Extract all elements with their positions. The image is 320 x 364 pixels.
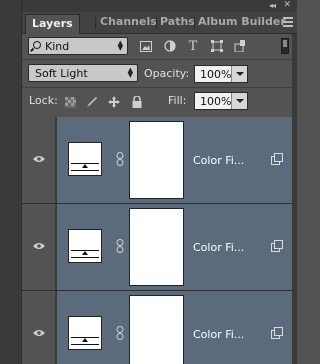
layer-name[interactable]: Color Fi... [193,154,244,167]
pixel-filter-icon[interactable] [140,40,152,52]
adjustment-thumbnail[interactable] [68,316,102,350]
fill-label: Fill: [168,94,187,107]
shape-filter-icon[interactable] [211,40,223,52]
link-chain-icon[interactable] [116,239,124,253]
layer-body[interactable]: Color Fi... [57,291,292,364]
lock-all-icon[interactable] [131,96,143,108]
layer-row[interactable]: Color Fi... [22,204,292,291]
opacity-field[interactable]: 100% [194,65,248,83]
layer-mask-thumbnail[interactable] [129,121,184,199]
visibility-toggle[interactable] [22,204,56,290]
adjustment-thumbnail[interactable] [68,229,102,263]
visibility-toggle[interactable] [22,291,56,364]
eye-icon [33,330,45,336]
visibility-toggle[interactable] [22,117,56,203]
fill-value: 100% [200,95,232,108]
layer-body[interactable]: Color Fi... [57,117,292,203]
opacity-dropdown-icon[interactable] [231,66,247,82]
lock-row: Lock: Fill: 100% [22,89,297,113]
filter-kind-label: Kind [45,40,70,53]
layer-mask-thumbnail[interactable] [129,208,184,286]
panel-title-strip: ◂◂ ✕ [22,0,297,12]
opacity-label: Opacity: [144,67,190,80]
tab-divider [194,17,195,29]
adjustment-thumbnail[interactable] [68,142,102,176]
lock-label: Lock: [29,94,58,107]
panel-tab-bar: Layers Channels Paths Album Builder [22,12,297,34]
blend-mode-value: Soft Light [35,67,88,80]
close-panel-icon[interactable]: ✕ [283,0,291,10]
updown-arrows-icon: ▲ ▼ [117,39,123,52]
opacity-value: 100% [200,68,232,81]
collapse-panel-icon[interactable]: ◂◂ [269,1,276,10]
panel-menu-icon[interactable] [283,17,293,29]
search-icon [33,41,41,49]
lock-transparent-pixels-icon[interactable] [64,96,76,108]
layer-effects-icon [271,327,283,339]
updown-arrows-icon: ▲ ▼ [127,66,133,79]
layer-body[interactable]: Color Fi... [57,204,292,290]
link-chain-icon[interactable] [116,326,124,340]
filter-kind-select[interactable]: Kind ▲ ▼ [28,37,128,55]
layers-list: Color Fi... Color Fi... Color Fi... [22,117,292,364]
link-chain-icon[interactable] [116,152,124,166]
tab-channels[interactable]: Channels [100,15,157,28]
tab-divider [95,17,96,29]
tab-album-builder[interactable]: Album Builder [198,15,292,28]
fill-field[interactable]: 100% [194,92,248,110]
layer-effects-icon [271,153,283,165]
layer-filter-row: Kind ▲ ▼ T [22,35,297,59]
tab-paths[interactable]: Paths [160,15,195,28]
type-filter-icon[interactable]: T [187,39,199,54]
layer-name[interactable]: Color Fi... [193,328,244,341]
fill-dropdown-icon[interactable] [231,93,247,109]
eye-icon [33,156,45,162]
row-divider [22,87,292,88]
eye-icon [33,243,45,249]
blend-options-row: Soft Light ▲ ▼ Opacity: 100% [22,62,297,86]
layer-name[interactable]: Color Fi... [193,241,244,254]
tab-layers[interactable]: Layers [25,14,80,34]
row-divider [22,59,292,60]
left-toolbar-edge [0,0,22,364]
tab-divider [156,17,157,29]
lock-image-pixels-icon[interactable] [86,96,98,108]
layer-row[interactable]: Color Fi... [22,117,292,204]
lock-position-icon[interactable] [108,96,120,108]
smart-object-filter-icon[interactable] [234,40,246,52]
layer-row[interactable]: Color Fi... [22,291,292,364]
blend-mode-select[interactable]: Soft Light ▲ ▼ [28,64,138,82]
layer-effects-icon [271,240,283,252]
adjustment-filter-icon[interactable] [164,40,176,52]
layer-mask-thumbnail[interactable] [129,295,184,364]
filter-toggle-switch[interactable] [281,38,289,54]
